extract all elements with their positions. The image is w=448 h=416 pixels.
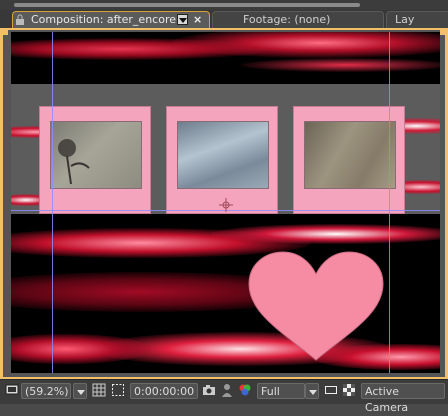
tab-composition-label: Composition: after_encore xyxy=(31,13,176,26)
show-snapshot-icon[interactable] xyxy=(220,383,234,397)
tab-layer-label: Lay xyxy=(395,13,415,26)
tab-row: Composition: after_encore × Footage: (no… xyxy=(0,10,448,29)
frame-corner xyxy=(3,30,8,35)
current-time-display[interactable]: 0:00:00:00 xyxy=(130,383,198,399)
channel-icon[interactable] xyxy=(238,383,252,397)
grid-icon[interactable] xyxy=(92,383,106,397)
composition-viewer[interactable] xyxy=(3,30,445,377)
photo-water xyxy=(177,121,269,189)
lock-icon[interactable] xyxy=(15,14,25,25)
tab-layer[interactable]: Lay xyxy=(386,11,448,28)
red-streak xyxy=(241,58,440,72)
zoom-value: (59.2%) xyxy=(25,385,69,398)
dropdown-icon[interactable] xyxy=(177,14,188,25)
region-icon[interactable] xyxy=(324,383,338,397)
monitor-icon[interactable] xyxy=(5,383,19,397)
magnification-dropdown[interactable] xyxy=(73,383,87,399)
magnification-ratio-popup[interactable]: (59.2%) xyxy=(21,383,71,399)
close-icon[interactable]: × xyxy=(193,12,205,28)
panel-header-strip xyxy=(0,0,448,10)
photo-rose xyxy=(50,121,142,189)
chevron-down-icon xyxy=(77,390,85,395)
composition-window: Composition: after_encore × Footage: (no… xyxy=(0,0,448,414)
snapshot-icon[interactable] xyxy=(202,383,216,397)
active-camera-popup[interactable]: Active Camera xyxy=(361,383,445,414)
tab-composition[interactable]: Composition: after_encore × xyxy=(12,11,210,28)
chevron-down-icon xyxy=(309,390,317,395)
roi-icon[interactable] xyxy=(111,383,125,397)
photo-frame-1[interactable] xyxy=(39,106,151,214)
photo-texture xyxy=(304,121,396,189)
frame-corner xyxy=(440,30,445,35)
composition-canvas[interactable] xyxy=(11,32,440,373)
resolution-dropdown[interactable] xyxy=(305,383,319,399)
viewer-toolbar: (59.2%) 0:00:00:00 Full Active Camera xyxy=(0,379,448,414)
timecode-value: 0:00:00:00 xyxy=(134,385,195,398)
tab-footage-label: Footage: (none) xyxy=(243,13,331,26)
guide-line-vertical[interactable] xyxy=(52,32,53,373)
resolution-value: Full xyxy=(261,385,280,398)
transparency-icon[interactable] xyxy=(342,383,356,397)
rose-image xyxy=(58,139,90,185)
resolution-popup[interactable]: Full xyxy=(257,383,305,399)
heart-shape[interactable] xyxy=(245,250,387,362)
panel-scrollbar[interactable] xyxy=(14,3,360,7)
anchor-point-icon[interactable] xyxy=(219,198,233,212)
guide-line-vertical[interactable] xyxy=(389,32,390,373)
camera-value: Active Camera xyxy=(365,385,409,414)
tab-footage[interactable]: Footage: (none) xyxy=(212,11,384,28)
